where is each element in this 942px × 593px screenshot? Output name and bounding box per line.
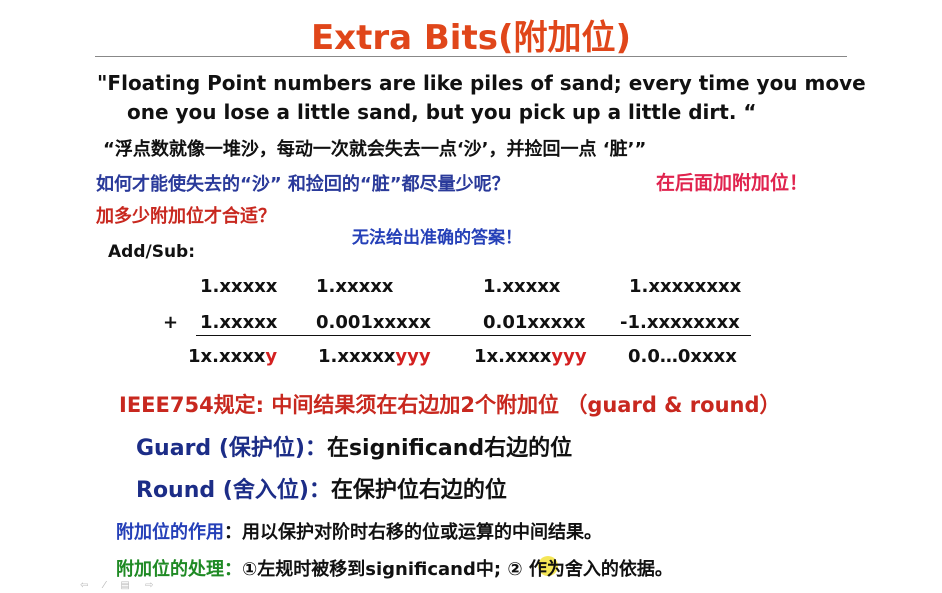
- col2-second: 0.001xxxxx: [316, 312, 431, 333]
- slide-nav-icons[interactable]: ⇦ ⁄ ▤ ⇨: [80, 580, 159, 591]
- plus-sign: +: [163, 312, 179, 333]
- slide-title: Extra Bits(附加位): [310, 18, 632, 58]
- col3-second: 0.01xxxxx: [483, 312, 586, 333]
- col3-result: 1x.xxxxyyy: [474, 346, 587, 367]
- ieee754-rule: IEEE754规定: 中间结果须在右边加2个附加位 （guard & round…: [119, 393, 781, 417]
- col4-top: 1.xxxxxxxx: [629, 276, 742, 297]
- col3-top: 1.xxxxx: [483, 276, 561, 297]
- quote-chinese: “浮点数就像一堆沙，每动一次就会失去一点‘沙’，并捡回一点 ‘脏’”: [103, 139, 647, 160]
- addsub-label: Add/Sub:: [108, 242, 196, 262]
- no-answer-note: 无法给出准确的答案！: [352, 228, 522, 248]
- addition-underline: [196, 335, 751, 336]
- question-text: 如何才能使失去的“沙” 和捡回的“脏”都尽量少呢？: [96, 174, 510, 195]
- col2-result: 1.xxxxxyyy: [318, 346, 431, 367]
- round-line: Round (舍入位)：在保护位右边的位: [136, 478, 507, 503]
- col4-result: 0.0…0xxxx: [628, 346, 737, 367]
- guard-line: Guard (保护位)：在significand右边的位: [136, 436, 573, 461]
- how-many-question: 加多少附加位才合适？: [96, 206, 276, 227]
- col1-result: 1x.xxxxy: [188, 346, 278, 367]
- question-answer: 在后面加附加位！: [656, 172, 809, 194]
- title-divider: [95, 56, 847, 57]
- col1-second: 1.xxxxx: [200, 312, 278, 333]
- quote-line-2: one you lose a little sand, but you pick…: [127, 100, 757, 124]
- col1-top: 1.xxxxx: [200, 276, 278, 297]
- purpose-line: 附加位的作用：用以保护对阶时右移的位或运算的中间结果。: [116, 522, 602, 543]
- col2-top: 1.xxxxx: [316, 276, 394, 297]
- quote-line-1: "Floating Point numbers are like piles o…: [97, 71, 866, 95]
- col4-second: -1.xxxxxxxx: [620, 312, 740, 333]
- handling-line: 附加位的处理：①左规时被移到significand中; ② 作为舍入的依据。: [116, 559, 673, 580]
